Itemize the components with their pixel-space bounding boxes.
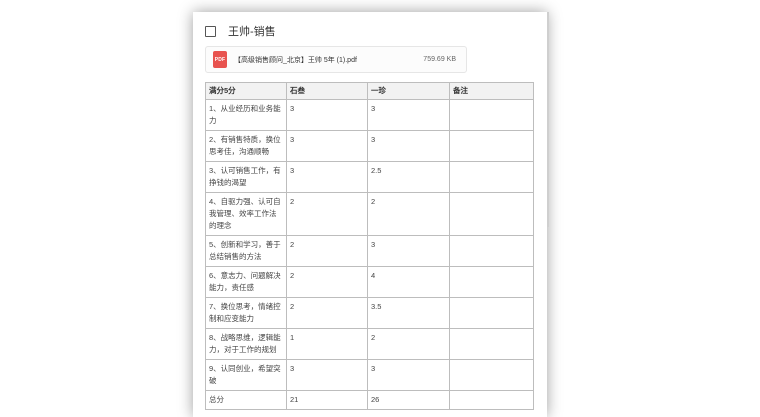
header-notes: 备注 (449, 82, 534, 100)
table-row: 8、战略思维，逻辑能力，对于工作的规划 1 2 (205, 328, 534, 360)
table-row: 4、自驱力强、认可自我管理、效率工作法的理念 2 2 (205, 192, 534, 236)
score-cell: 2 (286, 235, 368, 267)
criterion-cell: 5、创新和学习，善于总结销售的方法 (205, 235, 287, 267)
criterion-cell: 1、从业经历和业务能力 (205, 99, 287, 131)
score-table: 满分5分 石叁 一珍 备注 1、从业经历和业务能力 3 3 2、有销售特质，换位… (205, 82, 534, 410)
attachment-file-size: 759.69 KB (423, 56, 456, 63)
score-cell: 3 (286, 99, 368, 131)
score-cell: 2 (367, 192, 450, 236)
header-rater-2: 一珍 (367, 82, 450, 100)
criterion-cell: 9、认同创业，希望突破 (205, 359, 287, 391)
total-note-cell (449, 390, 534, 410)
score-cell: 3 (286, 161, 368, 193)
criterion-cell: 4、自驱力强、认可自我管理、效率工作法的理念 (205, 192, 287, 236)
criterion-cell: 6、意志力、问题解决能力，责任感 (205, 266, 287, 298)
attachment-file-name: 【高级销售顾问_北京】王帅 5年 (1).pdf (234, 56, 357, 64)
table-row: 2、有销售特质，换位思考佳，沟通顺畅 3 3 (205, 130, 534, 162)
table-row: 5、创新和学习，善于总结销售的方法 2 3 (205, 235, 534, 267)
total-label-cell: 总分 (205, 390, 287, 410)
score-cell: 2 (286, 266, 368, 298)
table-row: 9、认同创业，希望突破 3 3 (205, 359, 534, 391)
table-total-row: 总分 21 26 (205, 390, 534, 410)
note-cell (449, 99, 534, 131)
table-row: 6、意志力、问题解决能力，责任感 2 4 (205, 266, 534, 298)
note-cell (449, 235, 534, 267)
score-cell: 3 (286, 130, 368, 162)
score-cell: 2.5 (367, 161, 450, 193)
header-criteria: 满分5分 (205, 82, 287, 100)
pdf-attachment[interactable]: PDF 【高级销售顾问_北京】王帅 5年 (1).pdf 759.69 KB (205, 46, 467, 73)
criterion-cell: 7、换位思考，情绪控制和应变能力 (205, 297, 287, 329)
header-rater-1: 石叁 (286, 82, 368, 100)
table-header-row: 满分5分 石叁 一珍 备注 (205, 82, 534, 100)
table-row: 1、从业经历和业务能力 3 3 (205, 99, 534, 131)
score-cell: 3 (367, 359, 450, 391)
score-cell: 3 (286, 359, 368, 391)
note-cell (449, 328, 534, 360)
total-score-cell: 26 (367, 390, 450, 410)
note-cell (449, 266, 534, 298)
score-cell: 2 (286, 297, 368, 329)
criterion-cell: 2、有销售特质，换位思考佳，沟通顺畅 (205, 130, 287, 162)
note-cell (449, 192, 534, 236)
task-title: 王帅-销售 (228, 26, 276, 38)
task-row: 王帅-销售 (205, 23, 276, 39)
score-cell: 2 (286, 192, 368, 236)
score-cell: 3 (367, 235, 450, 267)
table-row: 7、换位思考，情绪控制和应变能力 2 3.5 (205, 297, 534, 329)
total-score-cell: 21 (286, 390, 368, 410)
criterion-cell: 3、认可销售工作，有挣钱的渴望 (205, 161, 287, 193)
score-cell: 3 (367, 99, 450, 131)
score-cell: 3.5 (367, 297, 450, 329)
note-cell (449, 161, 534, 193)
task-checkbox[interactable] (205, 25, 216, 37)
score-cell: 3 (367, 130, 450, 162)
table-row: 3、认可销售工作，有挣钱的渴望 3 2.5 (205, 161, 534, 193)
score-cell: 2 (367, 328, 450, 360)
criterion-cell: 8、战略思维，逻辑能力，对于工作的规划 (205, 328, 287, 360)
document-card: 王帅-销售 PDF 【高级销售顾问_北京】王帅 5年 (1).pdf 759.6… (193, 12, 547, 417)
scrollbar[interactable] (547, 12, 549, 227)
pdf-icon: PDF (213, 51, 227, 68)
note-cell (449, 297, 534, 329)
score-cell: 1 (286, 328, 368, 360)
note-cell (449, 359, 534, 391)
note-cell (449, 130, 534, 162)
score-cell: 4 (367, 266, 450, 298)
